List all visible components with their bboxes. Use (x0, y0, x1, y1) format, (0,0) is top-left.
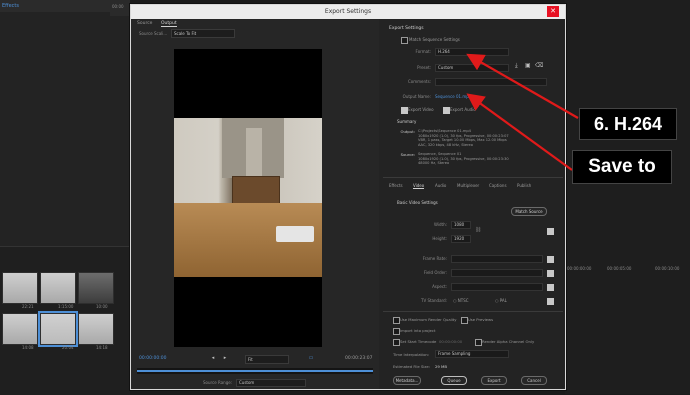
arrow-to-output-name (466, 93, 573, 171)
callout-step6: 6. H.264 (579, 108, 677, 140)
annotation-arrows (466, 53, 579, 171)
callout-save-to: Save to (572, 150, 672, 184)
